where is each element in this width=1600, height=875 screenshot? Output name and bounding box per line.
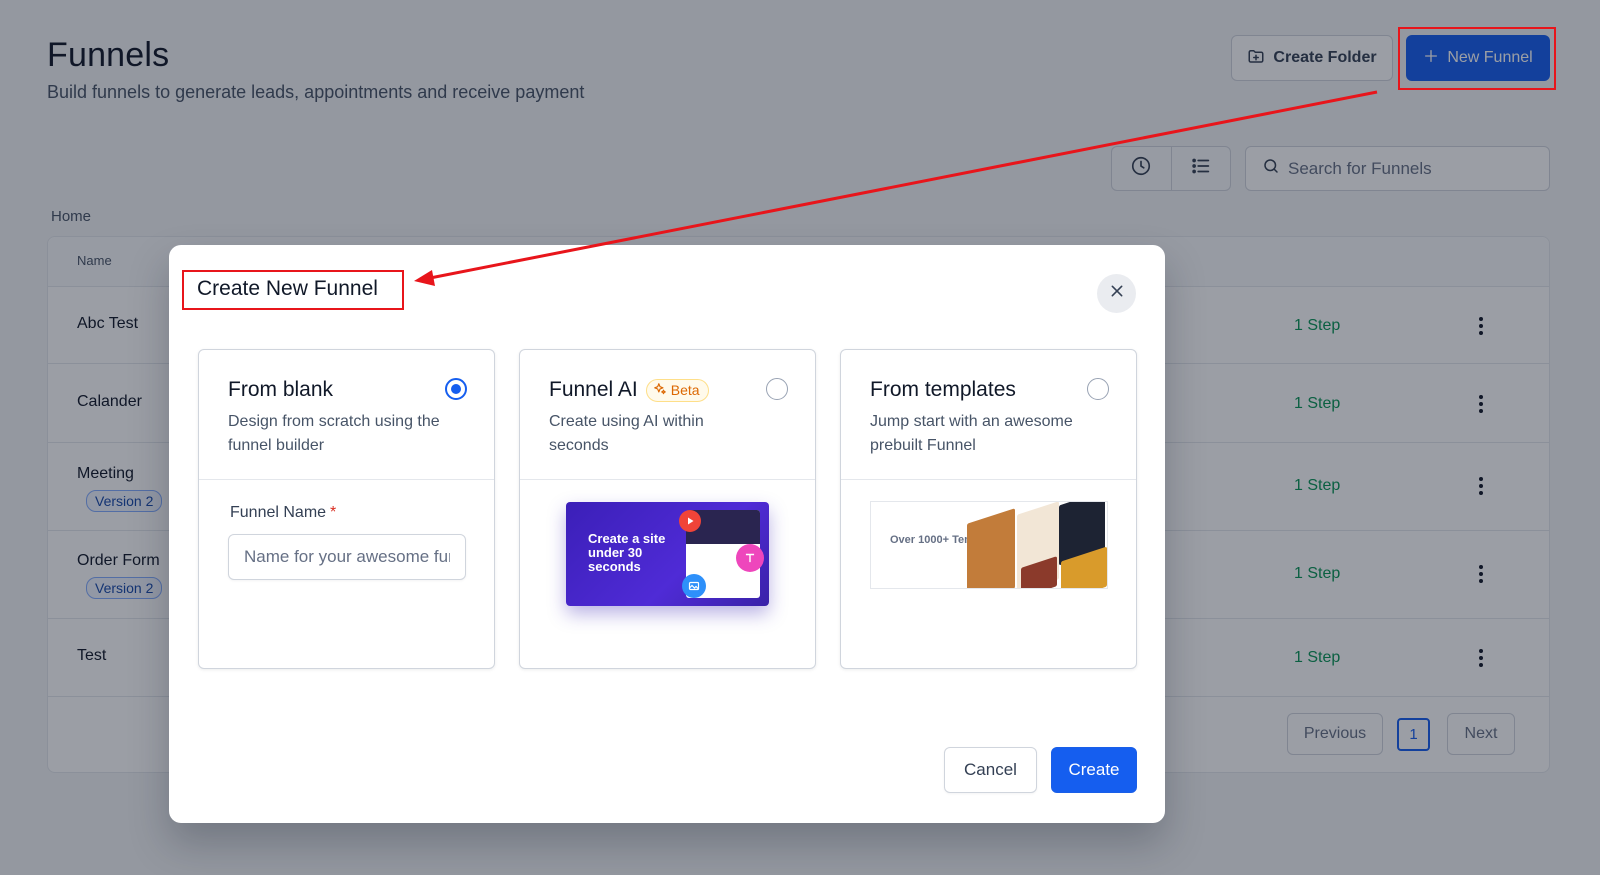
option-header: Funnel AI Beta Create using AI within se…	[520, 350, 815, 480]
option-title: From blank	[228, 378, 334, 401]
from-blank-radio[interactable]	[445, 378, 467, 400]
close-icon	[1109, 283, 1125, 304]
option-header: From blank Design from scratch using the…	[199, 350, 494, 480]
option-title: From templates	[870, 378, 1016, 401]
beta-badge: Beta	[645, 378, 709, 402]
text-tool-icon	[736, 544, 764, 572]
option-title: Funnel AI Beta	[549, 378, 709, 402]
funnel-ai-radio[interactable]	[766, 378, 788, 400]
templates-preview-image: Over 1000+ Templates	[870, 501, 1108, 589]
cancel-button[interactable]: Cancel	[944, 747, 1037, 793]
new-funnel-highlight	[1398, 27, 1556, 90]
video-icon	[679, 510, 701, 532]
option-funnel-ai[interactable]: Funnel AI Beta Create using AI within se…	[519, 349, 816, 669]
create-funnel-modal: Create New Funnel From blank Design from…	[169, 245, 1165, 823]
preview-caption: Create a site under 30 seconds	[588, 531, 666, 574]
option-from-templates[interactable]: From templates Jump start with an awesom…	[840, 349, 1137, 669]
option-description: Jump start with an awesome prebuilt Funn…	[870, 413, 1073, 454]
option-header: From templates Jump start with an awesom…	[841, 350, 1136, 480]
funnel-name-input[interactable]	[228, 534, 466, 580]
create-button[interactable]: Create	[1051, 747, 1137, 793]
required-mark: *	[330, 504, 337, 521]
option-from-blank[interactable]: From blank Design from scratch using the…	[198, 349, 495, 669]
option-description: Design from scratch using the funnel bui…	[228, 413, 440, 454]
template-tile	[967, 508, 1015, 588]
modal-title: Create New Funnel	[197, 277, 378, 300]
sparkle-icon	[653, 382, 667, 399]
from-templates-radio[interactable]	[1087, 378, 1109, 400]
option-description: Create using AI within seconds	[549, 413, 704, 454]
funnel-ai-preview-image: Create a site under 30 seconds	[566, 502, 769, 606]
close-button[interactable]	[1097, 274, 1136, 313]
image-tool-icon	[682, 574, 706, 598]
funnel-name-label: Funnel Name *	[230, 504, 337, 521]
